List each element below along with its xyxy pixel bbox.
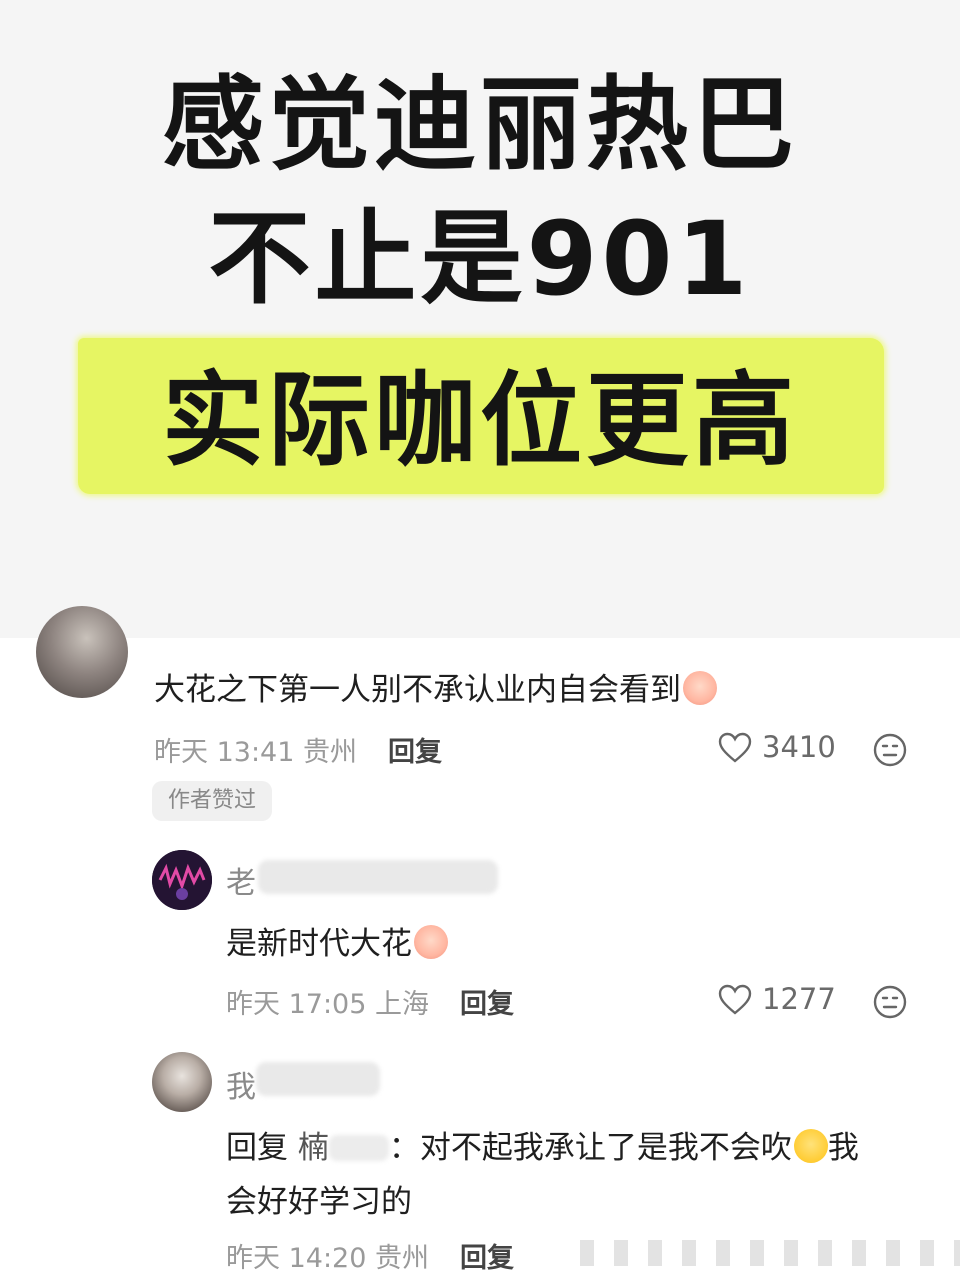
comment-time: 昨天 13:41 贵州 bbox=[154, 737, 357, 768]
blurred-reply-target bbox=[328, 1135, 389, 1161]
title-line-2: 不止是901 bbox=[208, 200, 752, 319]
reply-button[interactable]: 回复 bbox=[460, 1236, 514, 1275]
reply-button[interactable]: 回复 bbox=[460, 982, 514, 1021]
comment-time: 昨天 17:05 上海 bbox=[226, 989, 429, 1020]
title-line-1: 感觉迪丽热巴 bbox=[162, 66, 798, 185]
neutral-face-icon[interactable] bbox=[872, 732, 908, 768]
avatar[interactable] bbox=[36, 606, 128, 698]
heart-outline-icon[interactable] bbox=[718, 732, 752, 764]
title-line-3: 实际咖位更高 bbox=[162, 362, 798, 481]
watermark-strip bbox=[560, 1240, 960, 1266]
avatar[interactable] bbox=[152, 1052, 212, 1112]
avatar[interactable] bbox=[152, 850, 212, 910]
blurred-username bbox=[256, 1062, 380, 1096]
blurred-username bbox=[258, 860, 498, 894]
avatar-art-icon bbox=[152, 850, 212, 910]
neutral-face-icon[interactable] bbox=[872, 984, 908, 1020]
like-count: 1277 bbox=[762, 982, 836, 1016]
laughing-peach-emoji-icon bbox=[683, 671, 717, 705]
heart-outline-icon[interactable] bbox=[718, 984, 752, 1016]
teary-face-emoji-icon bbox=[793, 1129, 828, 1163]
comment-time: 昨天 14:20 贵州 bbox=[226, 1243, 429, 1274]
like-count: 3410 bbox=[762, 730, 836, 764]
comment-text: 是新时代大花 bbox=[226, 918, 448, 963]
username[interactable]: 老 bbox=[226, 858, 256, 902]
reply-button[interactable]: 回复 bbox=[388, 730, 442, 769]
username[interactable]: 我 bbox=[226, 1062, 256, 1106]
comment-text-line-2: 会好好学习的 bbox=[226, 1184, 412, 1220]
title-card: 感觉迪丽热巴 不止是901 实际咖位更高 bbox=[0, 0, 960, 638]
surprised-peach-emoji-icon bbox=[414, 925, 448, 959]
author-liked-badge: 作者赞过 bbox=[152, 781, 273, 821]
comment-text-line-1: 回复 楠：对不起我承让了是我不会吹我 bbox=[226, 1129, 859, 1166]
comment-text: 大花之下第一人别不承认业内自会看到 bbox=[154, 664, 717, 709]
